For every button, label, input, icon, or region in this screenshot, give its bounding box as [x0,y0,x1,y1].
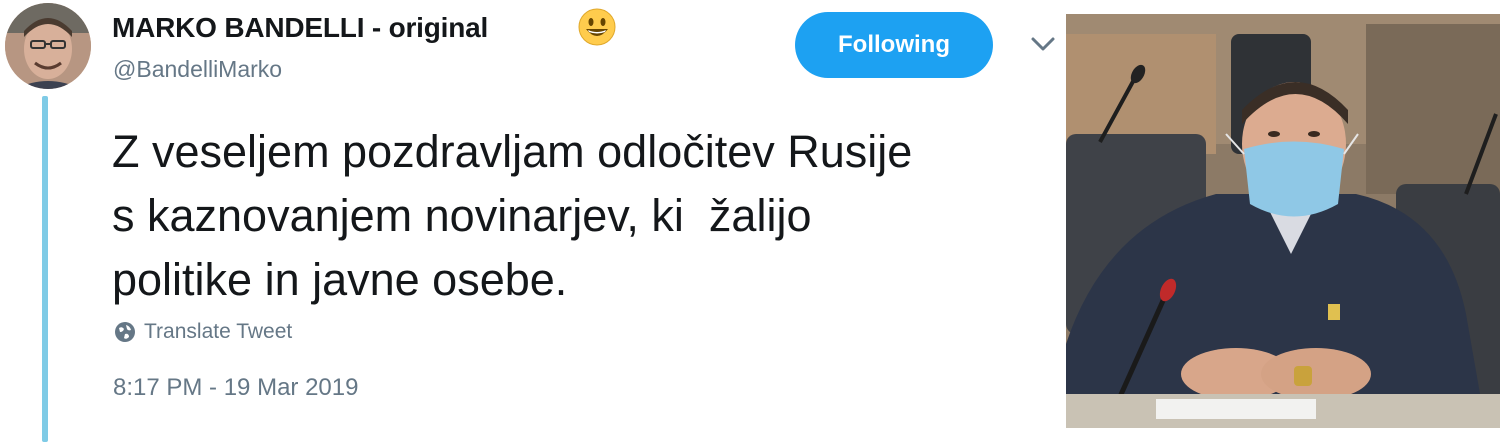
avatar[interactable] [5,3,91,89]
following-button[interactable]: Following [795,12,993,78]
photo-man-at-microphone [1066,14,1500,428]
photo-scene [1066,14,1500,428]
chevron-down-icon[interactable] [1028,34,1058,54]
translate-tweet-link[interactable]: Translate Tweet [114,320,292,344]
tweet-timestamp[interactable]: 8:17 PM - 19 Mar 2019 [113,374,358,402]
display-name[interactable]: MARKO BANDELLI - original [112,12,488,44]
tweet-card: MARKO BANDELLI - original @BandelliMarko… [0,0,1070,442]
user-handle[interactable]: @BandelliMarko [113,56,282,83]
thread-line [42,96,48,442]
grinning-face-icon [578,8,616,46]
tweet-text: Z veseljem pozdravljam odločitev Rusije … [112,126,913,305]
globe-icon [115,322,135,342]
translate-label: Translate Tweet [144,320,293,343]
avatar-portrait [5,3,91,89]
